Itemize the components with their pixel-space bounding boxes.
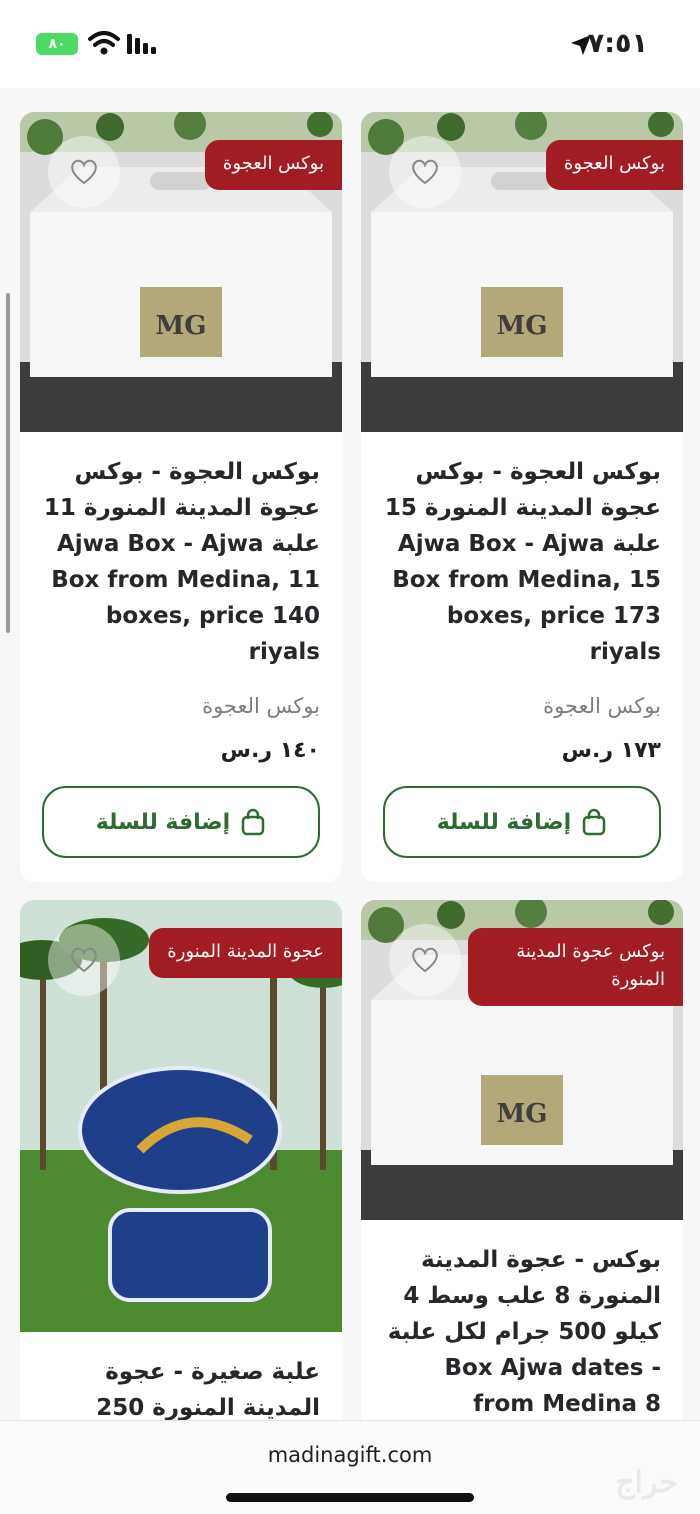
shopping-bag-icon <box>582 808 606 836</box>
category-badge: بوكس العجوة <box>545 140 683 190</box>
watermark: حراج <box>615 1465 678 1500</box>
product-card[interactable]: MG بوكس العجوة بوكس العجوة - بوكس عجوة ا… <box>361 112 683 882</box>
currency-symbol: ر.س <box>220 738 273 763</box>
product-title[interactable]: بوكس - عجوة المدينة المنورة 8 علب وسط 4 … <box>361 1220 683 1420</box>
home-indicator[interactable] <box>226 1493 474 1502</box>
product-card[interactable]: MG بوكس عجوة المدينة المنورة بوكس - عجوة… <box>361 900 683 1420</box>
shopping-bag-icon <box>241 808 265 836</box>
wifi-icon <box>88 31 120 55</box>
battery-indicator: ٨٠ <box>36 33 78 55</box>
add-to-cart-label: إضافة للسلة <box>436 809 572 835</box>
svg-text:MG: MG <box>497 1099 548 1129</box>
product-category: بوكس العجوة <box>202 694 320 718</box>
wishlist-button[interactable] <box>48 136 120 208</box>
clock: ٧:٥١ <box>587 28 648 59</box>
product-image[interactable]: MG بوكس العجوة <box>361 112 683 432</box>
product-card[interactable]: عجوة المدينة المنورة علبة صغيرة - عجوة ا… <box>20 900 342 1420</box>
product-title[interactable]: بوكس العجوة - بوكس عجوة المدينة المنورة … <box>20 432 342 670</box>
browser-bar: madinagift.com حراج <box>0 1420 700 1514</box>
product-category: بوكس العجوة <box>543 694 661 718</box>
category-badge: بوكس العجوة <box>204 140 342 190</box>
product-title[interactable]: علبة صغيرة - عجوة المدينة المنورة 250 جر… <box>20 1332 342 1420</box>
heart-icon <box>412 159 438 185</box>
product-price: ١٤٠ ر.س <box>20 718 342 763</box>
status-bar: ٨٠ ٧:٥١ <box>0 0 700 88</box>
price-value: ١٤٠ <box>279 738 320 763</box>
add-to-cart-button[interactable]: إضافة للسلة <box>42 786 320 858</box>
category-badge: بوكس عجوة المدينة المنورة <box>468 928 683 1006</box>
product-image[interactable]: MG بوكس عجوة المدينة المنورة <box>361 900 683 1220</box>
heart-icon <box>71 947 97 973</box>
heart-icon <box>412 947 438 973</box>
scrollbar[interactable] <box>6 293 10 633</box>
product-image[interactable]: MG بوكس العجوة <box>20 112 342 432</box>
wishlist-button[interactable] <box>48 924 120 996</box>
product-image[interactable]: عجوة المدينة المنورة <box>20 900 342 1332</box>
product-card[interactable]: MG بوكس العجوة بوكس العجوة - بوكس عجوة ا… <box>20 112 342 882</box>
wishlist-button[interactable] <box>389 136 461 208</box>
svg-text:MG: MG <box>156 311 207 341</box>
product-title[interactable]: بوكس العجوة - بوكس عجوة المدينة المنورة … <box>361 432 683 670</box>
currency-symbol: ر.س <box>561 738 614 763</box>
svg-text:MG: MG <box>497 311 548 341</box>
product-price: ١٧٣ ر.س <box>361 718 683 763</box>
heart-icon <box>71 159 97 185</box>
category-badge: عجوة المدينة المنورة <box>149 928 342 978</box>
price-value: ١٧٣ <box>620 738 661 763</box>
url-text[interactable]: madinagift.com <box>0 1443 700 1467</box>
signal-icon <box>127 34 156 54</box>
add-to-cart-button[interactable]: إضافة للسلة <box>383 786 661 858</box>
product-grid[interactable]: MG بوكس العجوة بوكس العجوة - بوكس عجوة ا… <box>0 88 700 1420</box>
add-to-cart-label: إضافة للسلة <box>95 809 231 835</box>
wishlist-button[interactable] <box>389 924 461 996</box>
